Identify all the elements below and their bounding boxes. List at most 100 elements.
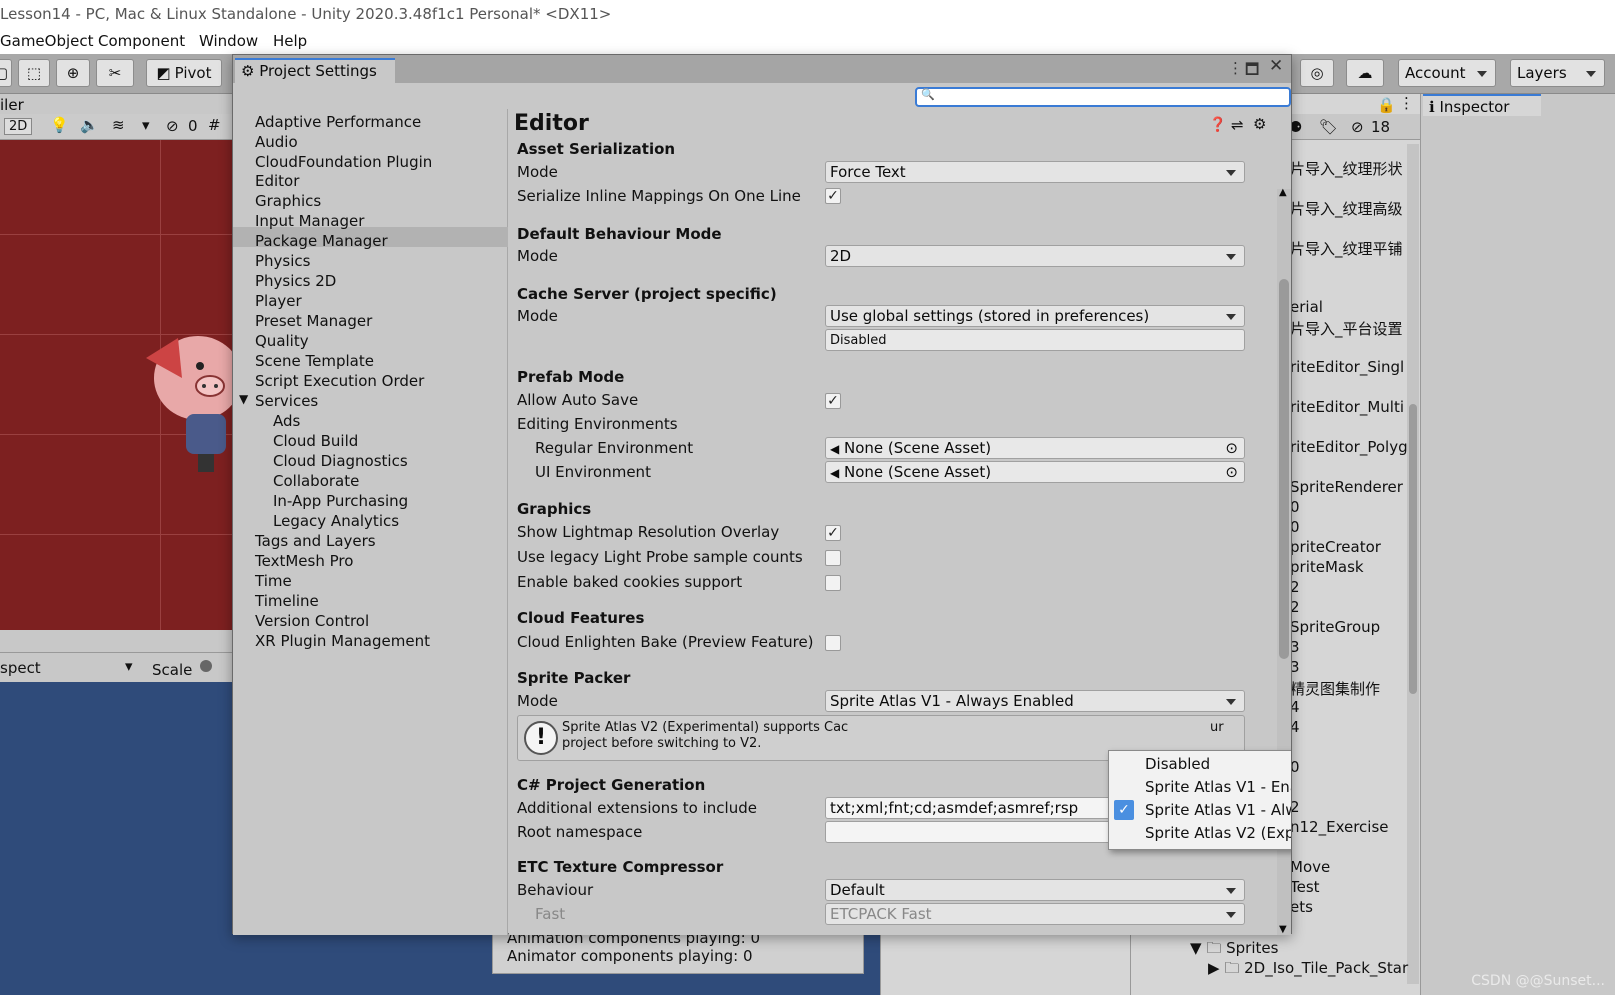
auto-save-checkbox[interactable]: ✓ [825,393,841,409]
nav-item[interactable]: XR Plugin Management [255,632,430,650]
audio-icon[interactable]: 🔈 [80,116,99,134]
sprite-packer-mode-dropdown[interactable]: Sprite Atlas V1 - Always Enabled [825,690,1245,712]
baked-cookies-checkbox[interactable] [825,575,841,591]
hidden-objects-icon[interactable]: ⊘ [166,117,179,135]
rect-tool-icon[interactable]: ▢ [0,59,12,87]
menu-component[interactable]: Component [98,32,185,50]
nav-item[interactable]: Time [255,572,292,590]
nav-item[interactable]: CloudFoundation Plugin [255,153,432,171]
menu-item-v1-builds[interactable]: Sprite Atlas V1 - Enabled For Builds [1145,778,1291,796]
nav-item[interactable]: Physics 2D [255,272,336,290]
nav-subitem[interactable]: Cloud Build [273,432,358,450]
nav-subitem[interactable]: Cloud Diagnostics [273,452,408,470]
object-picker-icon[interactable]: ⊙ [1225,439,1238,457]
aspect-dropdown[interactable]: spect [0,659,41,677]
inspector-tab[interactable]: ℹ Inspector [1423,94,1541,116]
list-item[interactable]: SpriteRenderer [1290,478,1403,496]
nav-item[interactable]: Adaptive Performance [255,113,421,131]
collab-icon[interactable]: ◎ [1300,59,1334,87]
list-item[interactable]: riteEditor_Polyg [1290,438,1408,456]
more-icon[interactable]: ⋮ [1399,94,1414,112]
list-item[interactable]: 片导入_纹理平铺 [1290,238,1403,259]
grid-icon[interactable]: # [208,116,221,134]
nav-item[interactable]: Tags and Layers [255,532,376,550]
help-icon[interactable]: ❓ [1209,117,1226,133]
scrollbar-thumb[interactable] [1279,279,1289,659]
serialization-mode-dropdown[interactable]: Force Text [825,161,1245,183]
effects-icon[interactable]: ≋ [112,116,125,134]
scroll-down-icon[interactable]: ▼ [1279,924,1287,935]
nav-subitem[interactable]: In-App Purchasing [273,492,408,510]
ui-env-field[interactable]: ◀ None (Scene Asset) ⊙ [825,461,1245,483]
scene-view[interactable] [0,140,232,630]
rect-transform-tool-icon[interactable]: ⬚ [18,59,50,87]
nav-item[interactable]: Graphics [255,192,321,210]
nav-item-editor[interactable]: Editor [255,172,299,190]
serialize-inline-checkbox[interactable]: ✓ [825,188,841,204]
scroll-up-icon[interactable]: ▲ [1279,187,1287,198]
menu-gameobject[interactable]: GameObject [0,32,94,50]
list-item[interactable]: 片导入_纹理形状 [1290,158,1403,179]
nav-item-services[interactable]: Services [255,392,318,410]
gear-icon[interactable]: ⚙ [1253,115,1266,133]
menu-item-v1-always[interactable]: Sprite Atlas V1 - Always Enabled [1145,801,1291,819]
chevron-down-icon[interactable]: ▾ [142,116,150,134]
list-item[interactable]: 精灵图集制作 [1290,678,1380,699]
menu-window[interactable]: Window [199,32,258,50]
list-item[interactable]: SpriteGroup [1290,618,1380,636]
nav-item[interactable]: Preset Manager [255,312,372,330]
nav-subitem[interactable]: Ads [273,412,300,430]
nav-item[interactable]: Player [255,292,302,310]
menu-item-disabled[interactable]: Disabled [1145,755,1210,773]
list-item[interactable]: ets [1290,898,1313,916]
etc-behaviour-dropdown[interactable]: Default [825,879,1245,901]
layers-dropdown[interactable]: Layers [1510,59,1605,87]
nav-subitem[interactable]: Legacy Analytics [273,512,399,530]
nav-item[interactable]: Input Manager [255,212,364,230]
chevron-down-icon[interactable]: ▾ [125,657,133,675]
regular-env-field[interactable]: ◀ None (Scene Asset) ⊙ [825,437,1245,459]
label-icon[interactable]: 🏷 [1319,118,1338,136]
custom-tool-icon[interactable]: ✂ [96,59,134,87]
account-dropdown[interactable]: Account [1398,59,1496,87]
list-item[interactable]: erial [1290,298,1323,316]
list-item[interactable]: riteEditor_Singl [1290,358,1404,376]
cloud-enlighten-checkbox[interactable] [825,635,841,651]
chevron-down-icon[interactable]: ▼ [239,392,248,406]
preset-icon[interactable]: ⇌ [1231,116,1244,134]
list-item[interactable]: Move [1290,858,1330,876]
behaviour-mode-dropdown[interactable]: 2D [825,245,1245,267]
lock-icon[interactable]: 🔒 [1377,96,1396,114]
nav-item[interactable]: Scene Template [255,352,374,370]
nav-item[interactable]: Quality [255,332,309,350]
nav-item[interactable]: Audio [255,133,298,151]
menu-help[interactable]: Help [273,32,307,50]
project-settings-tab[interactable]: ⚙ Project Settings [235,58,395,83]
close-icon[interactable]: ✕ [1269,56,1283,76]
maximize-icon[interactable]: 🗖 [1245,59,1259,84]
nav-item[interactable]: TextMesh Pro [255,552,353,570]
transform-tool-icon[interactable]: ⊕ [56,59,90,87]
folder-child[interactable]: ▶ 🗀 2D_Iso_Tile_Pack_Star [1208,958,1408,983]
nav-item[interactable]: Physics [255,252,310,270]
cloud-icon[interactable]: ☁ [1346,59,1384,87]
pig-sprite[interactable] [138,318,232,478]
list-item[interactable]: priteMask [1290,558,1364,576]
scale-slider-handle[interactable] [200,660,212,672]
nav-item[interactable]: Version Control [255,612,369,630]
list-item[interactable]: n12_Exercise [1290,818,1389,836]
hidden-packages-icon[interactable]: ⊘ [1351,118,1364,136]
scene-tab-label[interactable]: iler [0,96,24,114]
list-item[interactable]: 片导入_纹理高级 [1290,198,1403,219]
list-item[interactable]: 片导入_平台设置 [1290,318,1403,339]
settings-search-input[interactable]: 🔍 [915,87,1291,107]
list-item[interactable]: priteCreator [1290,538,1381,556]
lightmap-overlay-checkbox[interactable]: ✓ [825,525,841,541]
nav-item[interactable]: Script Execution Order [255,372,424,390]
legacy-light-probe-checkbox[interactable] [825,550,841,566]
list-item[interactable]: riteEditor_Multi [1290,398,1404,416]
object-picker-icon[interactable]: ⊙ [1225,463,1238,481]
nav-item[interactable]: Timeline [255,592,319,610]
2d-toggle[interactable]: 2D [4,118,33,135]
nav-item[interactable]: Package Manager [255,232,388,250]
